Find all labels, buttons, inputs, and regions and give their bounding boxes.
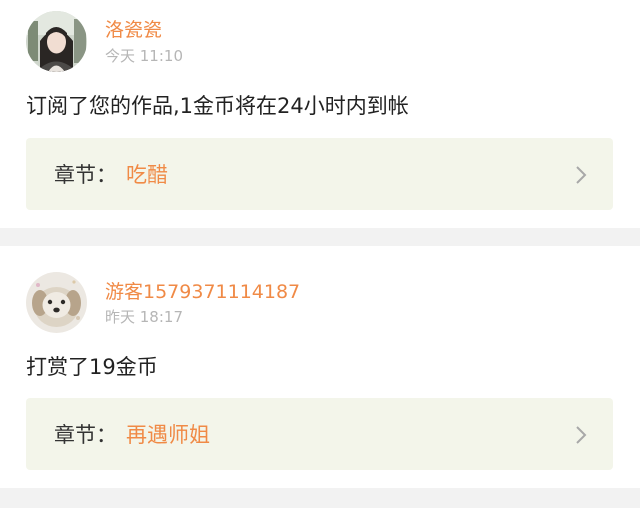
notification-card: 游客1579371114187 昨天 18:17 打赏了19金币 章节： 再遇师… xyxy=(0,246,640,488)
chevron-right-icon xyxy=(576,426,587,444)
notification-card: 洛瓷瓷 今天 11:10 订阅了您的作品,1金币将在24小时内到帐 章节： 吃醋 xyxy=(0,0,640,228)
user-avatar[interactable] xyxy=(26,272,87,333)
chevron-right-icon xyxy=(576,166,587,184)
chapter-name: 吃醋 xyxy=(126,163,168,187)
notification-message: 订阅了您的作品,1金币将在24小时内到帐 xyxy=(26,94,409,118)
timestamp: 昨天 18:17 xyxy=(105,308,183,326)
notification-message: 打赏了19金币 xyxy=(26,355,158,379)
timestamp: 今天 11:10 xyxy=(105,47,183,65)
chapter-name: 再遇师姐 xyxy=(126,423,210,447)
user-avatar[interactable] xyxy=(26,11,87,72)
chapter-link[interactable]: 章节： 吃醋 xyxy=(26,138,613,210)
username[interactable]: 游客1579371114187 xyxy=(105,281,300,303)
chapter-link[interactable]: 章节： 再遇师姐 xyxy=(26,398,613,470)
chapter-label: 章节： xyxy=(54,423,117,447)
notification-feed: 洛瓷瓷 今天 11:10 订阅了您的作品,1金币将在24小时内到帐 章节： 吃醋 xyxy=(0,0,640,508)
chapter-label: 章节： xyxy=(54,163,117,187)
username[interactable]: 洛瓷瓷 xyxy=(105,19,162,41)
